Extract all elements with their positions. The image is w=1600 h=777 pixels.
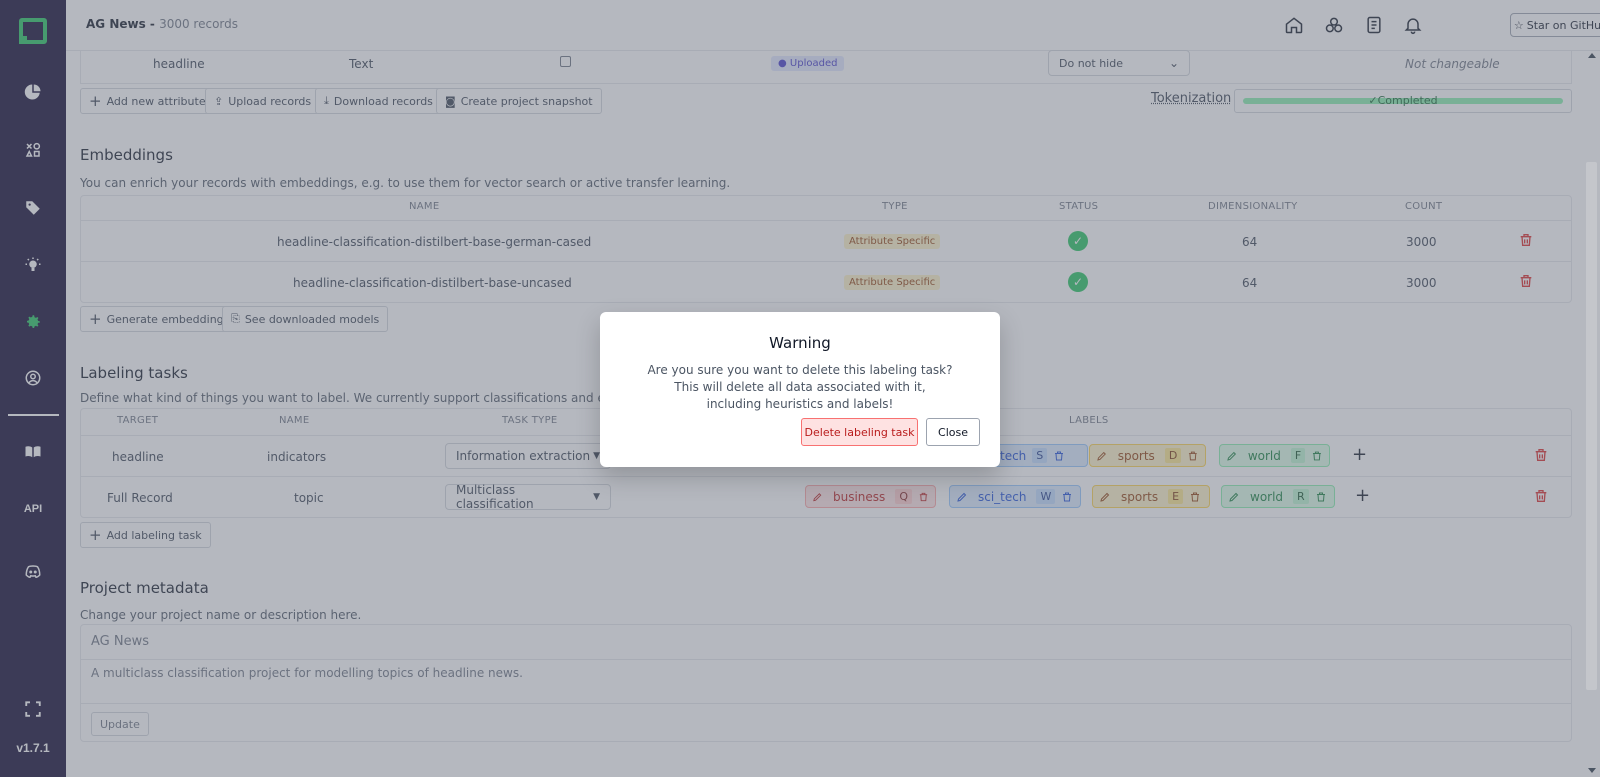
close-modal-button[interactable]: Close bbox=[926, 418, 980, 446]
scroll-down-arrow[interactable] bbox=[1588, 768, 1596, 773]
delete-warning-modal: Warning Are you sure you want to delete … bbox=[600, 312, 1000, 467]
scroll-up-arrow[interactable] bbox=[1588, 53, 1596, 58]
page-scrollbar-thumb[interactable] bbox=[1586, 162, 1597, 690]
modal-title: Warning bbox=[600, 334, 1000, 352]
delete-labeling-task-button[interactable]: Delete labeling task bbox=[801, 418, 918, 446]
modal-message: Are you sure you want to delete this lab… bbox=[600, 362, 1000, 413]
